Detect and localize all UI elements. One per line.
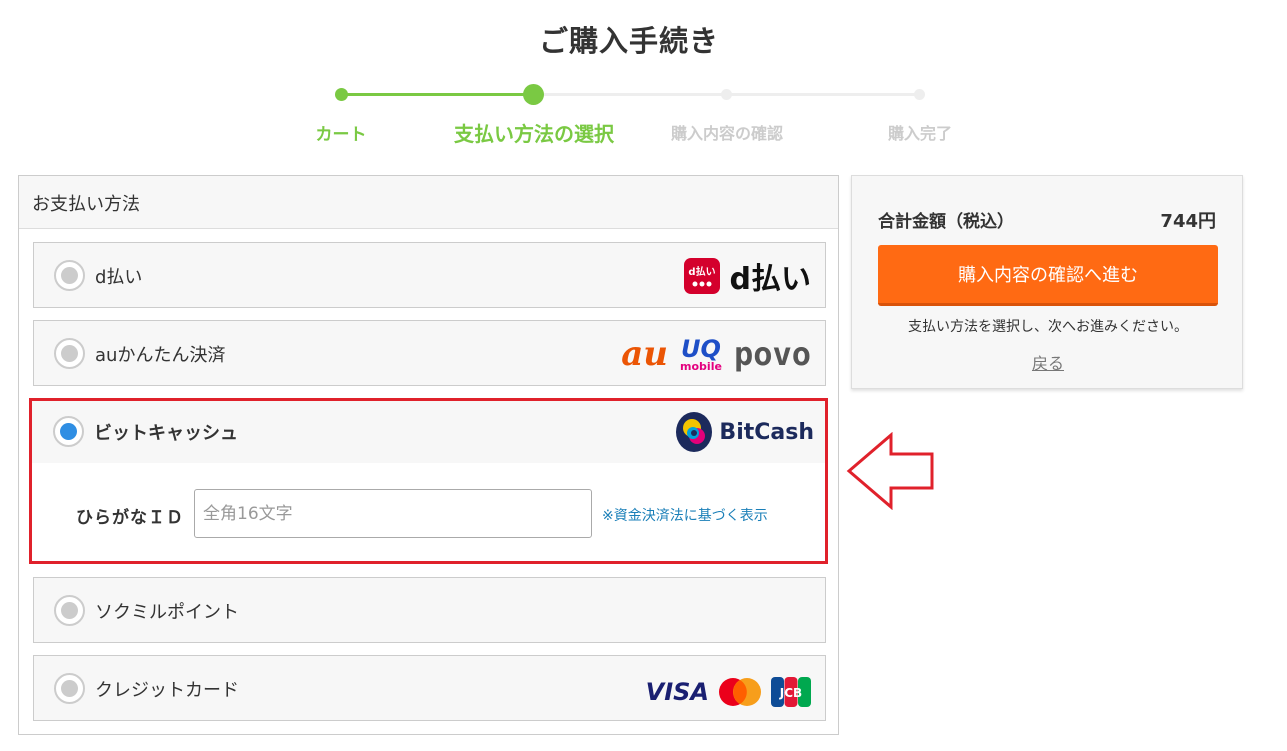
instruction-note: 支払い方法を選択し、次へお進みください。	[908, 319, 1188, 335]
page-title: ご購入手続き	[538, 24, 719, 58]
dpay-label: d払い	[95, 267, 143, 288]
total-value: 744円	[1160, 211, 1216, 232]
payment-option-bitcash[interactable]: ビットキャッシュ BitCash ひらがなＩＤ ※資金決済法に基づく表示	[29, 398, 828, 564]
au-logo: au	[621, 334, 669, 374]
stepper-progress-line	[341, 93, 533, 96]
dpay-badge-icon: d払い	[683, 258, 720, 294]
bitcash-header[interactable]: ビットキャッシュ BitCash	[32, 401, 825, 463]
uq-mobile-logo: UQ mobile	[680, 334, 722, 373]
dpay-radio[interactable]	[54, 260, 85, 291]
mastercard-logo	[719, 678, 761, 706]
step-dot-payment	[523, 84, 544, 105]
credit-label: クレジットカード	[95, 680, 239, 701]
order-summary-panel: 合計金額（税込） 744円 購入内容の確認へ進む 支払い方法を選択し、次へお進み…	[851, 175, 1243, 389]
au-label: auかんたん決済	[95, 345, 226, 366]
step-label-confirm: 購入内容の確認	[670, 124, 784, 143]
step-label-payment: 支払い方法の選択	[454, 122, 614, 146]
payment-method-header: お支払い方法	[19, 176, 838, 229]
payment-option-sokumil-point[interactable]: ソクミルポイント	[33, 577, 826, 643]
sokumil-radio[interactable]	[54, 595, 85, 626]
payment-method-panel: お支払い方法 d払い d払い d払い auかんたん決済 au UQ mobile…	[18, 175, 839, 735]
payment-option-credit-card[interactable]: クレジットカード VISA JCB	[33, 655, 826, 721]
au-logos: au UQ mobile povo	[621, 333, 811, 375]
left-arrow-annotation-icon	[846, 432, 934, 510]
step-dot-confirm	[721, 89, 732, 100]
confirm-order-button[interactable]: 購入内容の確認へ進む	[878, 245, 1218, 306]
sokumil-label: ソクミルポイント	[95, 602, 239, 623]
fund-settlement-law-link[interactable]: ※資金決済法に基づく表示	[602, 505, 768, 525]
hiragana-id-label: ひらがなＩＤ	[76, 508, 184, 528]
step-label-complete: 購入完了	[887, 124, 953, 143]
back-link[interactable]: 戻る	[852, 350, 1244, 374]
svg-text:d払い: d払い	[688, 265, 715, 278]
step-label-cart[interactable]: カート	[316, 120, 367, 145]
step-dot-cart	[335, 88, 348, 101]
bitcash-b-icon	[676, 412, 713, 452]
au-radio[interactable]	[54, 338, 85, 369]
povo-logo: povo	[733, 335, 811, 373]
payment-option-dpay[interactable]: d払い d払い d払い	[33, 242, 826, 308]
step-dot-complete	[914, 89, 925, 100]
bitcash-radio[interactable]	[53, 416, 84, 447]
svg-text:JCB: JCB	[779, 686, 802, 700]
total-label: 合計金額（税込）	[878, 212, 1014, 232]
bitcash-label: ビットキャッシュ	[94, 423, 238, 444]
bitcash-logo: BitCash	[675, 411, 814, 453]
dpay-logo: d払い d払い	[683, 255, 811, 297]
dpay-wordmark: d払い	[729, 262, 811, 297]
payment-option-au[interactable]: auかんたん決済 au UQ mobile povo	[33, 320, 826, 386]
visa-logo: VISA	[645, 678, 709, 706]
hiragana-id-input[interactable]	[194, 489, 592, 538]
card-brand-logos: VISA JCB	[646, 671, 811, 713]
jcb-logo: JCB	[771, 677, 811, 707]
checkout-stepper: カート 支払い方法の選択 購入内容の確認 購入完了	[0, 80, 1287, 150]
bitcash-wordmark: BitCash	[719, 419, 814, 445]
credit-radio[interactable]	[54, 673, 85, 704]
